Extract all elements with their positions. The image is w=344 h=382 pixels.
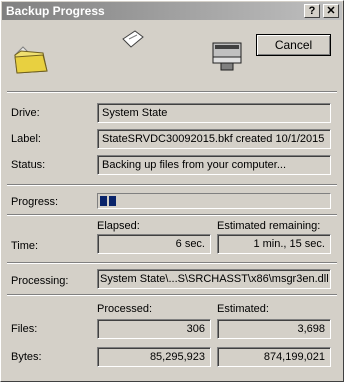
separator	[7, 184, 337, 186]
progress-block	[109, 196, 116, 206]
bytes-label: Bytes:	[11, 351, 42, 363]
time-label: Time:	[11, 240, 39, 252]
media-label-field: StateSRVDC30092015.bkf created 10/1/2015	[97, 129, 331, 149]
progress-bar	[97, 193, 331, 209]
processing-label: Processing:	[11, 275, 69, 287]
flying-document-icon	[122, 30, 144, 48]
files-label: Files:	[11, 323, 38, 335]
status-label: Status:	[11, 159, 46, 171]
elapsed-field: 6 sec.	[97, 234, 211, 254]
title-bar[interactable]: Backup Progress ? ✕	[2, 2, 342, 20]
remaining-label: Estimated remaining:	[217, 220, 321, 232]
status-field: Backing up files from your computer...	[97, 155, 331, 175]
close-button[interactable]: ✕	[323, 4, 339, 18]
separator	[7, 214, 337, 216]
progress-label: Progress:	[11, 196, 59, 208]
estimated-label: Estimated:	[217, 303, 269, 315]
bytes-processed-field: 85,295,923	[97, 347, 211, 367]
drive-label: Drive:	[11, 107, 40, 119]
processed-label: Processed:	[97, 303, 153, 315]
cancel-button[interactable]: Cancel	[256, 34, 331, 56]
window-title: Backup Progress	[6, 4, 105, 18]
files-processed-field: 306	[97, 319, 211, 339]
backup-progress-dialog: Backup Progress ? ✕ Cancel Drive: System…	[0, 0, 344, 382]
drive-field: System State	[97, 103, 331, 123]
elapsed-label: Elapsed:	[97, 220, 140, 232]
separator	[7, 91, 337, 93]
files-estimated-field: 3,698	[217, 319, 331, 339]
help-button[interactable]: ?	[304, 4, 320, 18]
bytes-estimated-field: 874,199,021	[217, 347, 331, 367]
computer-tape-drive-icon	[212, 42, 242, 71]
folder-icon	[13, 46, 48, 74]
remaining-field: 1 min., 15 sec.	[217, 234, 331, 254]
processing-field: System State\...S\SRCHASST\x86\msgr3en.d…	[97, 269, 331, 289]
media-label-label: Label:	[11, 133, 41, 145]
separator	[7, 262, 337, 264]
separator	[7, 294, 337, 296]
progress-block	[100, 196, 107, 206]
